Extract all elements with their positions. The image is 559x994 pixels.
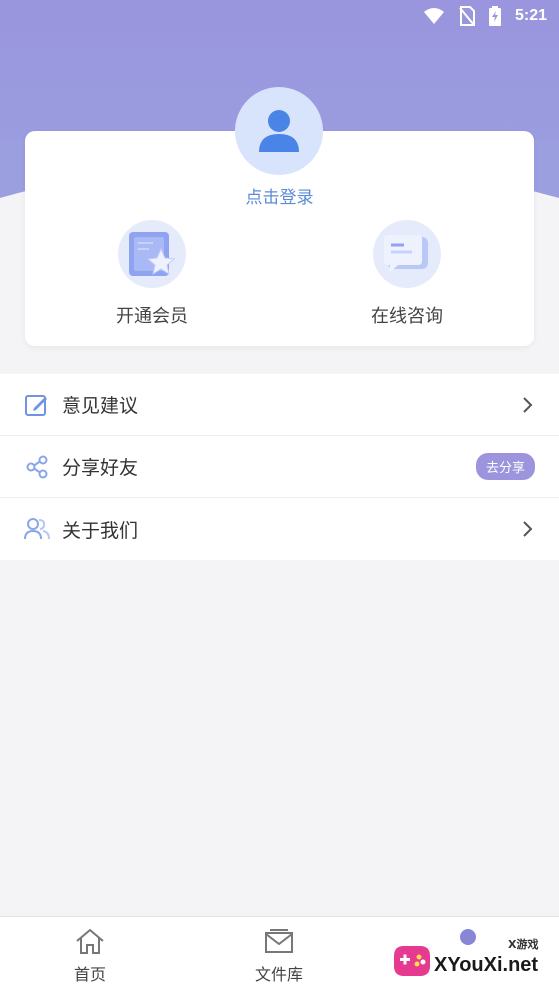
menu-label-feedback: 意见建议: [62, 395, 139, 417]
vip-label: 开通会员: [116, 306, 188, 327]
consult-label: 在线咨询: [371, 306, 443, 327]
menu-item-about[interactable]: 关于我们: [0, 498, 559, 560]
share-icon: [24, 454, 50, 480]
tab-files[interactable]: 文件库: [229, 927, 329, 985]
vip-button[interactable]: 开通会员: [82, 220, 222, 328]
mail-icon: [265, 929, 293, 953]
users-icon: [24, 516, 50, 542]
status-bar: 5:21: [0, 0, 559, 32]
tab-home[interactable]: 首页: [40, 927, 140, 985]
chevron-right-icon: [523, 521, 533, 537]
chevron-right-icon: [523, 396, 533, 413]
watermark-brand: XYouXi.net: [434, 954, 539, 976]
edit-icon: [24, 392, 50, 418]
login-link[interactable]: 点击登录: [0, 183, 559, 208]
share-badge-button[interactable]: 去分享: [475, 453, 535, 480]
user-icon: [256, 106, 302, 156]
wifi-icon: [423, 7, 445, 25]
consult-button[interactable]: 在线咨询: [337, 220, 477, 328]
watermark-tag: X游戏: [508, 938, 539, 951]
tab-home-label: 首页: [73, 965, 106, 984]
no-sim-icon: [459, 6, 475, 26]
menu-item-feedback[interactable]: 意见建议: [0, 374, 559, 436]
avatar[interactable]: [235, 87, 323, 175]
home-icon: [76, 928, 104, 954]
watermark: X游戏 XYouXi.net: [388, 930, 558, 992]
vip-star-icon: [118, 220, 186, 288]
chat-bubble-icon: [373, 220, 441, 288]
menu-label-share: 分享好友: [62, 457, 139, 479]
menu-label-about: 关于我们: [62, 519, 139, 542]
watermark-logo-icon: [394, 946, 430, 976]
tab-files-label: 文件库: [254, 965, 303, 984]
battery-charging-icon: [488, 6, 501, 26]
status-time: 5:21: [514, 7, 547, 24]
menu-list: 意见建议 分享好友 去分享 关于我们: [0, 374, 559, 560]
menu-item-share[interactable]: 分享好友 去分享: [0, 436, 559, 498]
